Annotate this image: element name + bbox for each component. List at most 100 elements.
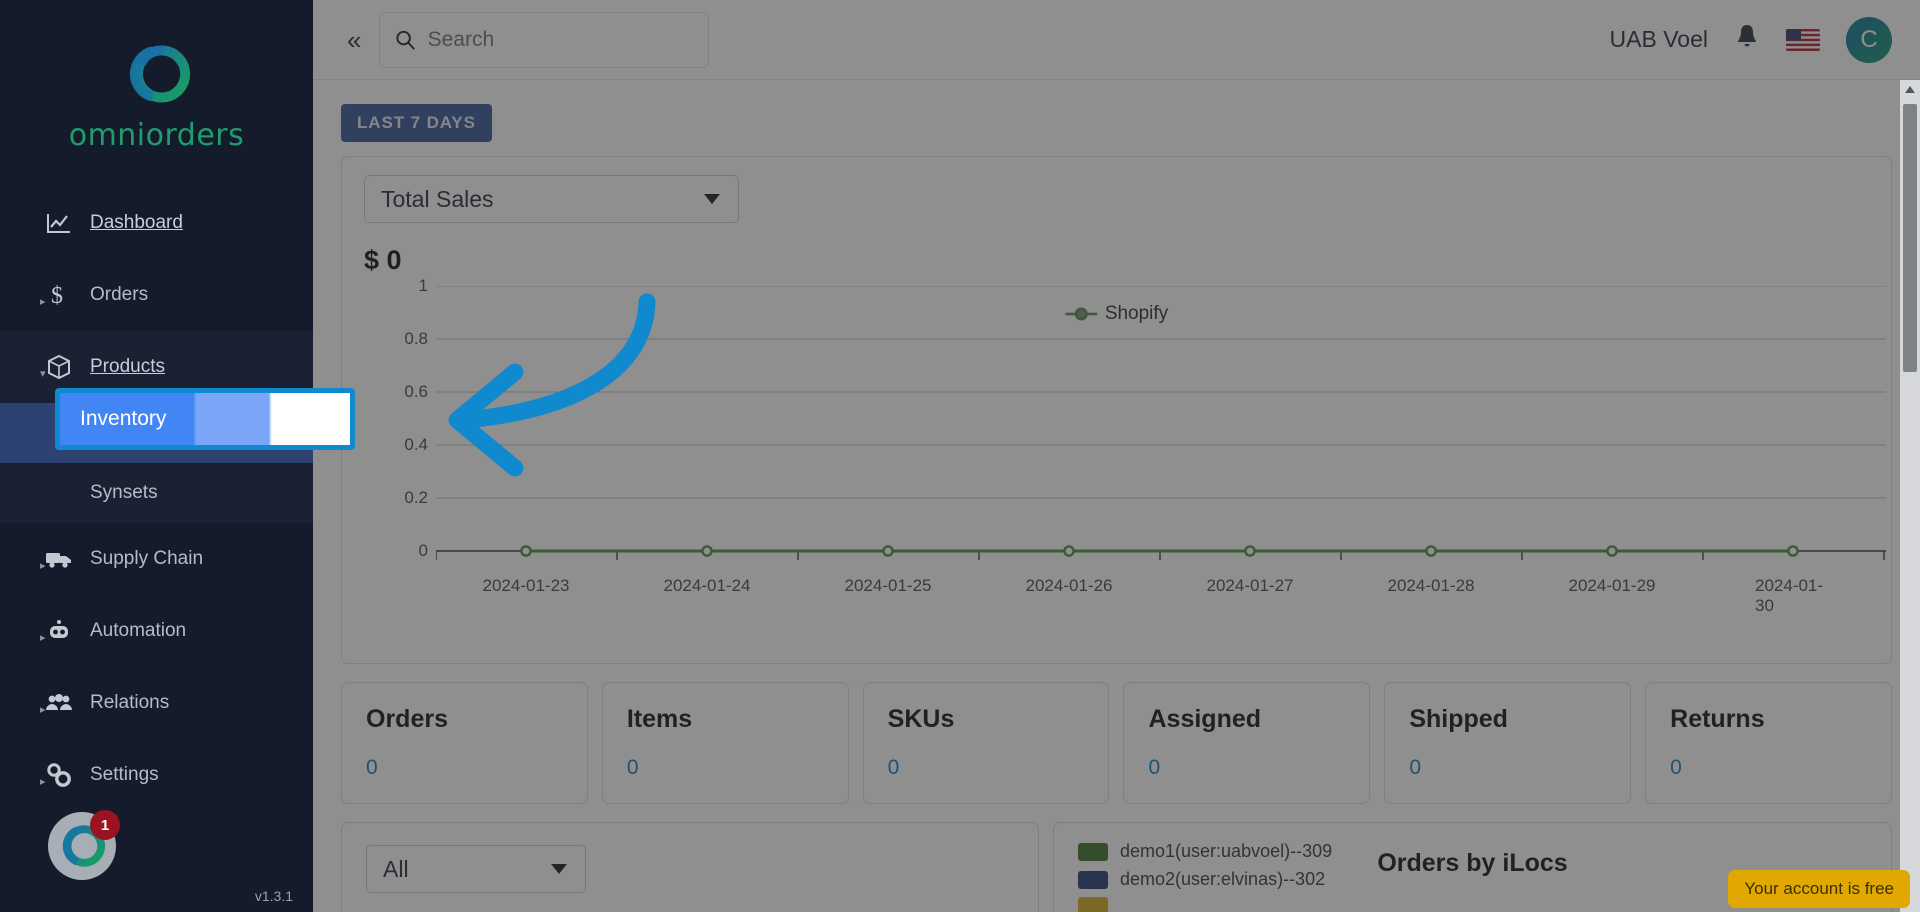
kpi-card-assigned[interactable]: Assigned 0 <box>1123 682 1371 804</box>
kpi-value[interactable]: 0 <box>1409 756 1606 780</box>
kpi-value[interactable]: 0 <box>1148 756 1345 780</box>
kpi-title: Assigned <box>1148 705 1262 733</box>
y-tick-label: 0 <box>418 541 428 560</box>
metric-select-value: Total Sales <box>381 185 494 212</box>
page-scrollbar[interactable] <box>1900 80 1920 912</box>
filter-panel: All <box>341 822 1039 912</box>
robot-icon <box>44 619 74 643</box>
chart-line-icon <box>44 212 74 234</box>
sidebar-item-label: Dashboard <box>90 212 183 233</box>
search-input[interactable] <box>427 27 695 52</box>
bell-icon[interactable] <box>1734 23 1760 56</box>
kpi-title: Shipped <box>1409 705 1508 733</box>
scrollbar-thumb[interactable] <box>1903 104 1917 372</box>
legend-swatch <box>1078 842 1108 861</box>
bottom-row: All Orders by iLocs demo1(user:uabvoel)-… <box>341 822 1892 912</box>
kpi-card-shipped[interactable]: Shipped 0 <box>1384 682 1632 804</box>
omniorders-logo-icon <box>129 45 190 103</box>
sidebar-item-synsets[interactable]: Synsets <box>0 463 313 523</box>
svg-text:$: $ <box>51 283 63 308</box>
x-tick-label: 2024-01-25 <box>844 576 932 595</box>
chevron-down-icon <box>551 864 567 874</box>
sidebar-item-orders[interactable]: ▸ $ Orders <box>0 259 313 331</box>
kpi-title: SKUs <box>887 705 955 733</box>
legend-swatch <box>1078 870 1108 889</box>
inventory-highlight-label: Inventory <box>80 407 167 430</box>
scroll-up-arrow-icon[interactable] <box>1905 86 1915 93</box>
sidebar-item-automation[interactable]: ▸ Automation <box>0 595 313 667</box>
us-flag-icon[interactable] <box>1786 28 1820 51</box>
kpi-value[interactable]: 0 <box>1670 756 1867 780</box>
sidebar-item-label: Settings <box>90 764 159 785</box>
sidebar-item-relations[interactable]: ▸ Relations <box>0 667 313 739</box>
brand-logo[interactable]: omniorders <box>0 0 313 153</box>
search-box[interactable] <box>379 11 710 68</box>
sidebar-item-label: Automation <box>90 620 187 641</box>
topbar-right: UAB Voel C <box>1609 16 1892 63</box>
filter-select-value: All <box>383 855 409 882</box>
legend-swatch <box>1078 897 1108 912</box>
org-name: UAB Voel <box>1609 26 1708 52</box>
notification-badge: 1 <box>90 810 120 840</box>
x-tick-label: 2024-01-30 <box>1755 576 1824 615</box>
x-tick-label: 2024-01-29 <box>1568 576 1656 595</box>
date-range-pill[interactable]: LAST 7 DAYS <box>341 104 492 142</box>
line-chart-plot: 1 0.8 0.6 0.4 0.2 0 2024-01-23 2024-01-2… <box>364 276 1886 616</box>
dashboard-content: LAST 7 DAYS Total Sales $ 0 Shopify 1 0.… <box>313 80 1920 912</box>
chevron-down-icon <box>704 194 720 204</box>
kpi-title: Returns <box>1670 705 1765 733</box>
kpi-card-skus[interactable]: SKUs 0 <box>862 682 1110 804</box>
sidebar-item-label: Products <box>90 356 165 377</box>
topbar: « UAB Voel <box>313 0 1920 80</box>
sidebar-item-label: Orders <box>90 284 149 305</box>
brand-name: omniorders <box>68 118 245 153</box>
orders-by-ilocs-title: Orders by iLocs <box>1377 849 1568 877</box>
app-root: omniorders Dashboard ▸ $ Orders ▾ Produc… <box>0 0 1920 912</box>
sidebar-item-dashboard[interactable]: Dashboard <box>0 187 313 259</box>
free-account-toast: Your account is free <box>1728 870 1910 908</box>
legend-label: demo1(user:uabvoel)--309 <box>1120 841 1333 861</box>
x-tick-label: 2024-01-23 <box>482 576 570 595</box>
sidebar-nav: Dashboard ▸ $ Orders ▾ Products I <box>0 187 313 811</box>
kpi-card-orders[interactable]: Orders 0 <box>341 682 588 804</box>
user-avatar[interactable]: C <box>1846 16 1892 63</box>
sidebar-item-label: Relations <box>90 692 170 713</box>
y-tick-label: 0.2 <box>404 488 428 507</box>
app-version: v1.3.1 <box>254 888 293 904</box>
people-icon <box>44 693 74 713</box>
sales-chart-card: Total Sales $ 0 Shopify 1 0.8 0.6 0.4 0.… <box>341 156 1892 664</box>
filter-select[interactable]: All <box>366 845 586 893</box>
sidebar-subitem-label: Synsets <box>90 482 158 503</box>
kpi-value[interactable]: 0 <box>366 756 563 780</box>
gears-icon <box>44 762 74 788</box>
metric-select[interactable]: Total Sales <box>364 175 739 223</box>
y-tick-label: 0.6 <box>404 382 428 401</box>
x-tick-label: 2024-01-26 <box>1025 576 1113 595</box>
truck-icon <box>44 549 74 569</box>
sidebar-item-label: Supply Chain <box>90 548 204 569</box>
kpi-value[interactable]: 0 <box>888 756 1085 780</box>
sidebar-item-settings[interactable]: ▸ Settings <box>0 739 313 811</box>
box-icon <box>44 354 74 380</box>
y-tick-label: 0.4 <box>404 435 428 454</box>
search-icon <box>396 30 416 50</box>
kpi-value[interactable]: 0 <box>627 756 824 780</box>
metric-total: $ 0 <box>364 245 402 275</box>
kpi-card-returns[interactable]: Returns 0 <box>1645 682 1892 804</box>
y-tick-label: 1 <box>418 276 428 295</box>
chart-svg <box>436 286 1886 560</box>
sidebar: omniorders Dashboard ▸ $ Orders ▾ Produc… <box>0 0 313 912</box>
main-area: « UAB Voel <box>313 0 1920 912</box>
kpi-card-items[interactable]: Items 0 <box>601 682 849 804</box>
account-avatar[interactable]: 1 <box>48 810 120 880</box>
double-chevron-left-icon[interactable]: « <box>337 27 371 53</box>
y-tick-label: 0.8 <box>404 329 428 348</box>
x-tick-label: 2024-01-27 <box>1206 576 1294 595</box>
x-tick-label: 2024-01-28 <box>1387 576 1475 595</box>
kpi-title: Items <box>626 705 693 733</box>
legend-label: demo2(user:elvinas)--302 <box>1120 869 1326 889</box>
dollar-icon: $ <box>44 282 74 308</box>
sidebar-item-supply-chain[interactable]: ▸ Supply Chain <box>0 523 313 595</box>
kpi-title: Orders <box>366 705 448 733</box>
inventory-highlight-box[interactable]: Inventory <box>55 388 355 450</box>
